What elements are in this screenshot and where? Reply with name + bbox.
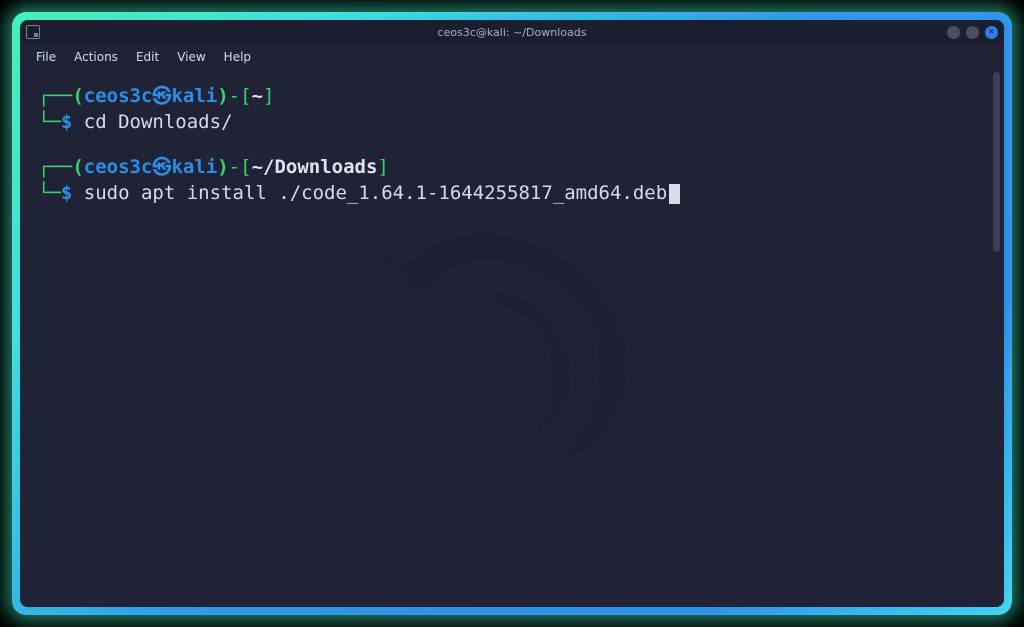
terminal-window: ceos3c@kali: ~/Downloads ✕ File Actions … bbox=[20, 20, 1004, 607]
app-icon bbox=[26, 25, 40, 39]
menu-file[interactable]: File bbox=[28, 47, 64, 67]
command-text: sudo apt install ./code_1.64.1-164425581… bbox=[84, 182, 667, 204]
kali-dragon-watermark bbox=[322, 156, 702, 536]
prompt-path: ~/Downloads bbox=[252, 156, 378, 178]
minimize-button[interactable] bbox=[947, 26, 960, 39]
menu-actions[interactable]: Actions bbox=[66, 47, 126, 67]
titlebar[interactable]: ceos3c@kali: ~/Downloads ✕ bbox=[20, 20, 1004, 44]
maximize-button[interactable] bbox=[966, 26, 979, 39]
prompt-user: ceos3c bbox=[84, 85, 153, 107]
command-text: cd Downloads/ bbox=[84, 111, 233, 133]
menubar: File Actions Edit View Help bbox=[20, 44, 1004, 70]
skull-icon: ㉿ bbox=[152, 156, 171, 178]
terminal-viewport[interactable]: ┌──(ceos3c㉿kali)-[~] └─$ cd Downloads/ ┌… bbox=[20, 70, 1004, 607]
menu-help[interactable]: Help bbox=[216, 47, 259, 67]
skull-icon: ㉿ bbox=[152, 85, 171, 107]
prompt-path: ~ bbox=[252, 85, 263, 107]
prompt-line-bottom: └─$ cd Downloads/ bbox=[38, 110, 986, 136]
window-title: ceos3c@kali: ~/Downloads bbox=[438, 26, 587, 39]
prompt-line-top: ┌──(ceos3c㉿kali)-[~/Downloads] bbox=[38, 155, 986, 181]
menu-view[interactable]: View bbox=[169, 47, 213, 67]
terminal-content: ┌──(ceos3c㉿kali)-[~] └─$ cd Downloads/ ┌… bbox=[38, 84, 986, 207]
prompt-line-bottom: └─$ sudo apt install ./code_1.64.1-16442… bbox=[38, 181, 986, 207]
window-glow-border: ceos3c@kali: ~/Downloads ✕ File Actions … bbox=[12, 12, 1012, 615]
prompt-host: kali bbox=[171, 85, 217, 107]
prompt-user: ceos3c bbox=[84, 156, 153, 178]
window-controls: ✕ bbox=[947, 26, 998, 39]
cursor bbox=[669, 184, 680, 204]
prompt-line-top: ┌──(ceos3c㉿kali)-[~] bbox=[38, 84, 986, 110]
menu-edit[interactable]: Edit bbox=[128, 47, 167, 67]
close-button[interactable]: ✕ bbox=[985, 26, 998, 39]
scrollbar-thumb[interactable] bbox=[993, 72, 1000, 252]
prompt-host: kali bbox=[171, 156, 217, 178]
